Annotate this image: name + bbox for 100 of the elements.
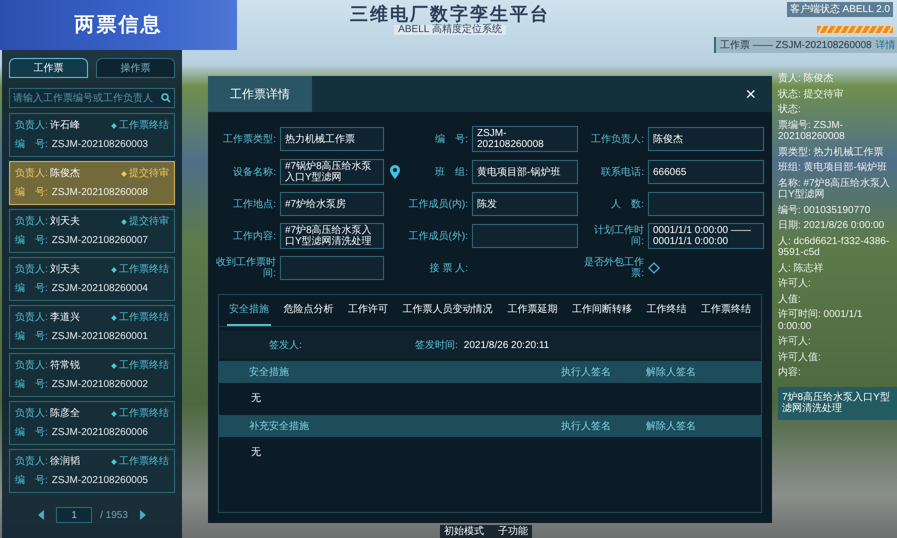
info-line: 许可人: (778, 336, 812, 348)
ticket-card[interactable]: 负责人: 陈俊杰 提交待审 编 号: ZSJM-202108260008 (9, 161, 175, 205)
field-label: 编 号: (434, 134, 468, 144)
info-line: 人: dc6d6621-f332-4386-9591-c5d (778, 236, 890, 258)
ticket-card[interactable]: 负责人: 符常锐 工作票终结 编 号: ZSJM-202108260002 (9, 353, 175, 397)
owner-label: 负责人: (15, 454, 48, 469)
owner-name: 李道兴 (50, 310, 80, 325)
info-line: 责人: 陈俊杰 (778, 73, 835, 84)
ticket-card[interactable]: 负责人: 陈彦全 工作票终结 编 号: ZSJM-202108260006 (9, 401, 175, 445)
info-line: 班组: 黄电项目部-锅炉班 (778, 162, 888, 174)
work-content-box: 7炉8高压给水泵入口Y型滤网清洗处理 (778, 386, 897, 420)
close-button[interactable]: × (729, 76, 772, 112)
ticket-number: ZSJM-202108260006 (52, 426, 148, 440)
detail-tab[interactable]: 安全措施 (227, 295, 271, 326)
text-field[interactable]: 热力机械工作票 (280, 127, 384, 151)
ticket-type-tab[interactable]: 工作票 (9, 58, 88, 78)
detail-tab[interactable]: 工作许可 (346, 295, 390, 326)
field-label: 收到工作票时间: (216, 257, 276, 279)
column-header: 补充安全措施 (249, 420, 310, 434)
sign-time-label: 签发时间: (415, 338, 458, 352)
number-label: 编 号: (15, 426, 48, 440)
info-line: 许可时间: 0001/1/1 0:00:00 (778, 309, 864, 332)
detail-tab[interactable]: 工作终结 (644, 295, 688, 326)
owner-label: 负责人: (15, 310, 48, 325)
ticket-card[interactable]: 负责人: 李道兴 工作票终结 编 号: ZSJM-202108260001 (9, 305, 175, 349)
owner-name: 许石峰 (50, 119, 80, 133)
table-cell-text: 无 (251, 446, 261, 460)
ticket-number: ZSJM-202108260007 (52, 234, 148, 248)
info-line: 票类型: 热力机械工作票 (778, 146, 885, 158)
detail-tab[interactable]: 工作票人员变动情况 (400, 295, 495, 326)
ticket-number: ZSJM-202108260003 (52, 138, 148, 152)
info-line: 人值: (778, 294, 802, 305)
field-label: 接 票 人: (428, 262, 468, 274)
diamond-checkbox[interactable] (648, 262, 660, 274)
location-pin-icon[interactable] (390, 165, 400, 179)
detail-tab[interactable]: 工作票延期 (505, 295, 560, 326)
text-field[interactable]: 0001/1/1 0:00:00 —— 0001/1/1 0:00:00 (648, 223, 764, 249)
field-label: 工作负责人: (590, 134, 644, 144)
text-field[interactable]: #7锅炉8高压给水泵入口Y型滤网 (280, 159, 384, 185)
text-field[interactable]: 陈俊杰 (648, 127, 764, 151)
field-label: 工作成员(外): (408, 230, 468, 242)
ticket-card[interactable]: 负责人: 刘天夫 提交待审 编 号: ZSJM-202108260007 (9, 209, 175, 253)
page-number-field[interactable]: 1 (56, 507, 92, 523)
field-label: 人 数: (610, 198, 644, 210)
ticket-number: ZSJM-202108260004 (52, 282, 148, 296)
text-field[interactable]: #7炉8高压给水泵入口Y型滤网清洗处理 (280, 223, 384, 249)
field-label: 工作成员(内): (408, 198, 468, 210)
text-field[interactable]: 陈发 (472, 192, 578, 216)
ticket-status: 提交待审 (129, 214, 169, 229)
column-header: 解除人签名 (646, 420, 697, 434)
info-line: 名称: #7炉8高压给水泵入口Y型滤网 (778, 178, 892, 200)
info-line: 许可人: (778, 278, 812, 290)
ticket-status: 提交待审 (129, 166, 169, 181)
column-header: 安全措施 (249, 366, 290, 380)
search-field[interactable]: 请输入工作票编号或工作负责人 (9, 88, 175, 108)
column-header: 解除人签名 (646, 366, 697, 380)
field-label: 是否外包工作票: (583, 257, 644, 279)
ticket-number: ZSJM-202108260008 (52, 186, 148, 200)
number-label: 编 号: (15, 474, 48, 488)
text-field[interactable]: #7炉给水泵房 (280, 192, 384, 216)
text-field[interactable] (648, 192, 764, 216)
column-header: 执行人签名 (561, 366, 612, 380)
detail-tab[interactable]: 工作间断转移 (570, 295, 634, 326)
owner-name: 刘天夫 (50, 262, 80, 277)
text-field[interactable] (280, 256, 384, 280)
owner-label: 负责人: (15, 166, 48, 181)
ticket-card[interactable]: 负责人: 刘天夫 工作票终结 编 号: ZSJM-202108260004 (9, 257, 175, 301)
number-label: 编 号: (15, 186, 48, 200)
ticket-card[interactable]: 负责人: 徐润韬 工作票终结 编 号: ZSJM-202108260005 (9, 449, 175, 493)
modal-title: 工作票详情 (208, 76, 312, 112)
text-field[interactable]: ZSJM-202108260008 (472, 126, 578, 152)
detail-tab[interactable]: 危险点分析 (282, 295, 336, 326)
info-line: 状态: (778, 104, 802, 116)
text-field[interactable]: 666065 (648, 160, 764, 184)
info-header: 工作票 —— ZSJM-202108260008 (720, 38, 872, 52)
owner-name: 徐润韬 (50, 454, 80, 469)
owner-label: 负责人: (15, 262, 48, 277)
info-line: 内容: (778, 367, 802, 378)
owner-label: 负责人: (15, 214, 48, 229)
number-label: 编 号: (15, 282, 48, 296)
mode-label[interactable]: 初始模式 (444, 526, 484, 538)
info-line: 许可人值: (778, 352, 822, 363)
text-field[interactable]: 黄电项目部-锅炉班 (472, 160, 578, 184)
platform-title: 三维电厂数字孪生平台 (350, 5, 550, 23)
number-label: 编 号: (15, 330, 48, 344)
owner-name: 符常锐 (50, 358, 80, 373)
detail-tab[interactable]: 工作票终结 (698, 295, 753, 326)
sign-time-value: 2021/8/26 20:20:11 (464, 338, 550, 352)
field-label: 班 组: (434, 166, 468, 178)
owner-label: 负责人: (15, 118, 48, 133)
ticket-status: 工作票终结 (119, 118, 169, 133)
ticket-type-tab[interactable]: 操作票 (96, 58, 175, 78)
client-status: 客户端状态 ABELL 2.0 (786, 2, 893, 17)
ticket-card[interactable]: 负责人: 许石峰 工作票终结 编 号: ZSJM-202108260003 (9, 113, 175, 157)
mode-label[interactable]: 子功能 (498, 526, 528, 538)
ticket-status: 工作票终结 (119, 406, 169, 421)
signer-label: 签发人: (269, 338, 303, 352)
text-field[interactable] (472, 224, 578, 248)
ticket-status: 工作票终结 (119, 358, 169, 373)
search-icon[interactable] (161, 93, 171, 103)
